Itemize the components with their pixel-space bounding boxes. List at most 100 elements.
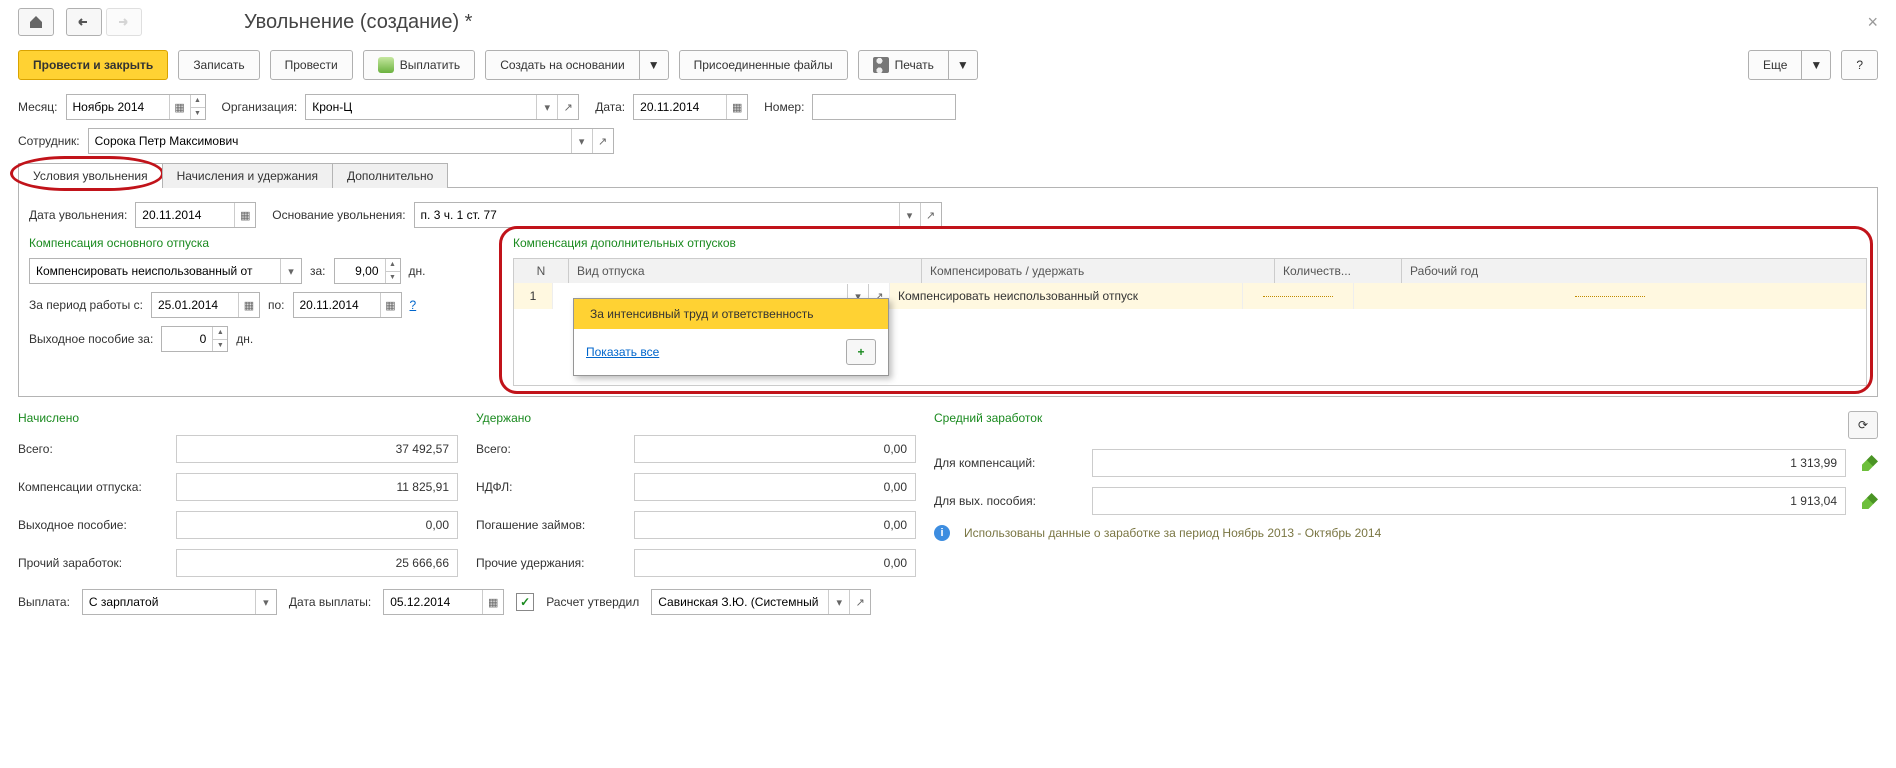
accrued-other: 25 666,66	[176, 549, 458, 577]
accrued-title: Начислено	[18, 411, 458, 425]
w-other-label: Прочие удержания:	[476, 556, 626, 570]
cell-comp[interactable]: Компенсировать неиспользованный отпуск	[890, 283, 1243, 309]
open-icon[interactable]: ↗	[920, 203, 941, 227]
more-button[interactable]: Еще▼	[1748, 50, 1831, 80]
col-n: N	[514, 259, 569, 283]
spin-down[interactable]: ▼	[386, 272, 400, 284]
paydate-label: Дата выплаты:	[289, 595, 371, 609]
month-field[interactable]: ▦▲▼	[66, 94, 206, 120]
attachments-button[interactable]: Присоединенные файлы	[679, 50, 848, 80]
chevron-down-icon[interactable]: ▾	[899, 203, 920, 227]
print-button[interactable]: Печать▼	[858, 50, 978, 80]
comp-main-title: Компенсация основного отпуска	[29, 236, 489, 250]
close-icon[interactable]: ×	[1867, 12, 1878, 33]
chevron-down-icon[interactable]: ▾	[828, 590, 849, 614]
dropdown-popup: За интенсивный труд и ответственность По…	[573, 298, 889, 376]
payout-label: Выплата:	[18, 595, 70, 609]
period-from-field[interactable]: ▦	[151, 292, 260, 318]
days-unit: дн.	[409, 264, 426, 278]
days-field[interactable]: ▲▼	[334, 258, 401, 284]
payout-field[interactable]: ▾	[82, 589, 277, 615]
number-field[interactable]	[812, 94, 956, 120]
avg-comp-label: Для компенсаций:	[934, 456, 1084, 470]
calendar-icon[interactable]: ▦	[238, 293, 259, 317]
forward-button	[106, 8, 142, 36]
chevron-down-icon[interactable]: ▾	[280, 259, 301, 283]
comp-add-title: Компенсация дополнительных отпусков	[513, 236, 1867, 250]
pencil-icon[interactable]	[1862, 493, 1878, 509]
pay-button[interactable]: Выплатить	[363, 50, 476, 80]
approved-label: Расчет утвердил	[546, 595, 639, 609]
calendar-icon[interactable]: ▦	[169, 95, 190, 119]
org-field[interactable]: ▾↗	[305, 94, 579, 120]
severance-days-field[interactable]: ▲▼	[161, 326, 228, 352]
cell-n: 1	[514, 283, 553, 309]
dismissal-date-field[interactable]: ▦	[135, 202, 256, 228]
save-button[interactable]: Записать	[178, 50, 259, 80]
dismissal-basis-label: Основание увольнения:	[272, 208, 405, 222]
show-all-link[interactable]: Показать все	[586, 345, 659, 359]
tab-additional[interactable]: Дополнительно	[332, 163, 448, 188]
post-and-close-button[interactable]: Провести и закрыть	[18, 50, 168, 80]
chevron-down-icon[interactable]: ▼	[1801, 51, 1830, 79]
post-button[interactable]: Провести	[270, 50, 353, 80]
spin-down[interactable]: ▼	[213, 340, 227, 352]
sev-label: Выходное пособие:	[18, 518, 168, 532]
back-button[interactable]	[66, 8, 102, 36]
employee-field[interactable]: ▾↗	[88, 128, 614, 154]
chevron-down-icon[interactable]: ▼	[639, 51, 668, 79]
avg-comp: 1 313,99	[1092, 449, 1846, 477]
avg-sev: 1 913,04	[1092, 487, 1846, 515]
create-based-button[interactable]: Создать на основании▼	[485, 50, 668, 80]
col-qty: Количеств...	[1275, 259, 1402, 283]
add-button[interactable]: +	[846, 339, 876, 365]
period-help[interactable]: ?	[410, 298, 417, 312]
spin-up[interactable]: ▲	[386, 259, 400, 272]
w-all-label: Всего:	[476, 442, 626, 456]
chevron-down-icon[interactable]: ▾	[255, 590, 276, 614]
chevron-down-icon[interactable]: ▼	[948, 51, 977, 79]
period-to-field[interactable]: ▦	[293, 292, 402, 318]
approved-checkbox[interactable]: ✓	[516, 593, 534, 611]
date-field[interactable]: ▦	[633, 94, 748, 120]
accrued-sev: 0,00	[176, 511, 458, 539]
calendar-icon[interactable]: ▦	[726, 95, 747, 119]
spin-down[interactable]: ▼	[191, 108, 205, 120]
col-year: Рабочий год	[1402, 259, 1866, 283]
dismissal-basis-field[interactable]: ▾↗	[414, 202, 942, 228]
cell-qty-empty[interactable]	[1263, 295, 1333, 297]
approver-field[interactable]: ▾↗	[651, 589, 871, 615]
spin-up[interactable]: ▲	[213, 327, 227, 340]
open-icon[interactable]: ↗	[592, 129, 613, 153]
comp-type-field[interactable]: ▾	[29, 258, 302, 284]
number-label: Номер:	[764, 100, 804, 114]
withheld-total: 0,00	[634, 435, 916, 463]
chevron-down-icon[interactable]: ▾	[571, 129, 592, 153]
cell-year-empty[interactable]	[1575, 295, 1645, 297]
dismissal-date-label: Дата увольнения:	[29, 208, 127, 222]
open-icon[interactable]: ↗	[849, 590, 870, 614]
help-button[interactable]: ?	[1841, 50, 1878, 80]
calendar-icon[interactable]: ▦	[234, 203, 255, 227]
refresh-button[interactable]: ⟳	[1848, 411, 1878, 439]
chevron-down-icon[interactable]: ▾	[536, 95, 557, 119]
tab-accruals[interactable]: Начисления и удержания	[162, 163, 333, 188]
dropdown-option[interactable]: За интенсивный труд и ответственность	[574, 299, 888, 329]
avg-sev-label: Для вых. пособия:	[934, 494, 1084, 508]
open-icon[interactable]: ↗	[557, 95, 578, 119]
spin-up[interactable]: ▲	[191, 95, 205, 108]
home-button[interactable]	[18, 8, 54, 36]
col-type: Вид отпуска	[569, 259, 922, 283]
pencil-icon[interactable]	[1862, 455, 1878, 471]
calendar-icon[interactable]: ▦	[380, 293, 401, 317]
page-title: Увольнение (создание) *	[244, 11, 472, 34]
tab-dismissal[interactable]: Условия увольнения	[18, 163, 163, 188]
loan-label: Погашение займов:	[476, 518, 626, 532]
severance-unit: дн.	[236, 332, 253, 346]
employee-label: Сотрудник:	[18, 134, 80, 148]
money-icon	[378, 57, 394, 73]
paydate-field[interactable]: ▦	[383, 589, 504, 615]
comp-label: Компенсации отпуска:	[18, 480, 168, 494]
org-label: Организация:	[222, 100, 298, 114]
calendar-icon[interactable]: ▦	[482, 590, 503, 614]
